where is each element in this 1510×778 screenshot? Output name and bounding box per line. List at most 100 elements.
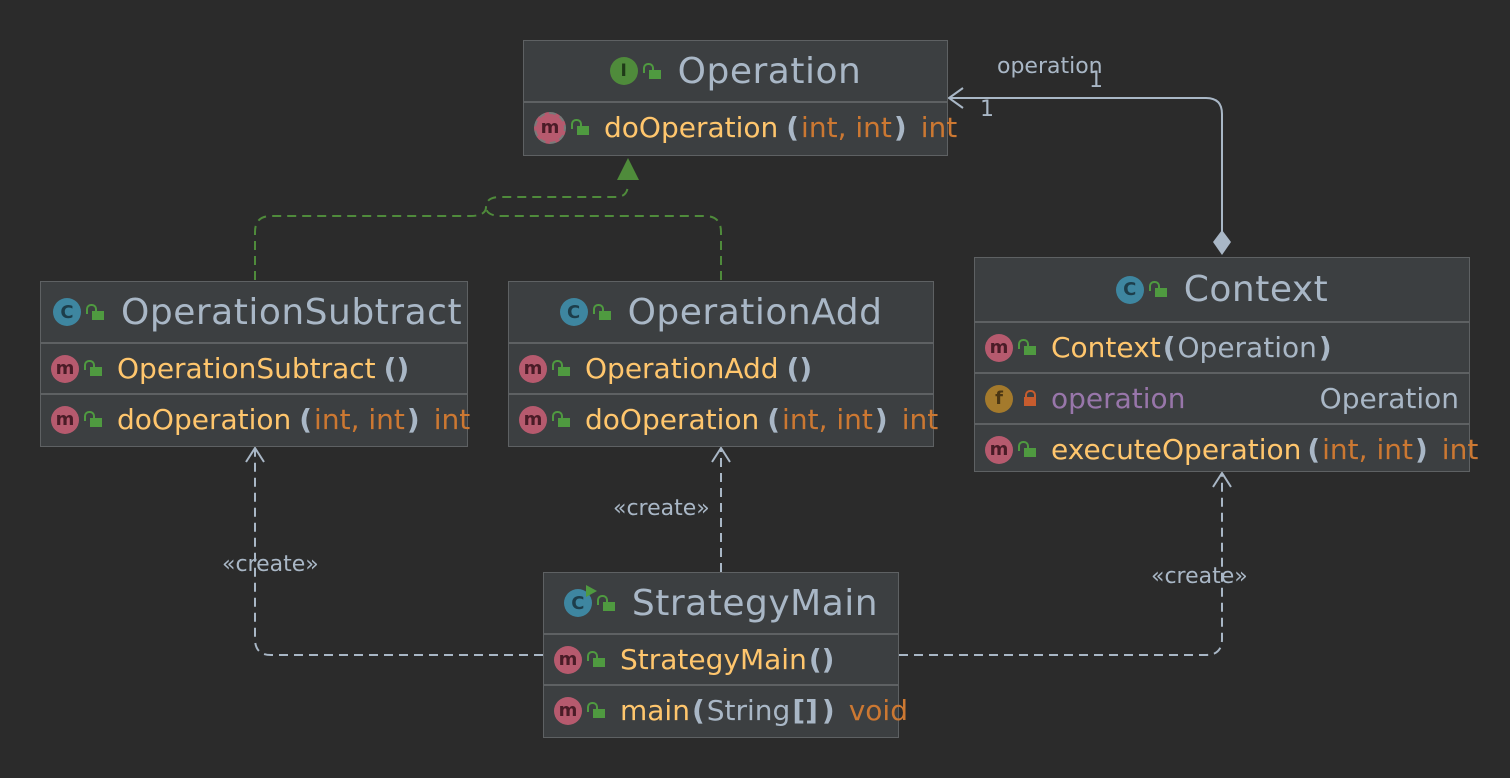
- strategy-main-class-node[interactable]: C StrategyMain m StrategyMain () m main …: [543, 572, 908, 738]
- association-label: operation: [997, 54, 1103, 79]
- field-type: Operation: [1319, 382, 1459, 415]
- public-lock-icon: [552, 411, 571, 427]
- node-header: C OperationSubtract: [41, 282, 467, 342]
- create-label-subtract: «create»: [222, 552, 319, 577]
- public-lock-icon: [86, 303, 105, 320]
- paren-open: (: [1307, 433, 1321, 466]
- constructor-name: StrategyMain: [620, 643, 807, 676]
- member-row[interactable]: m doOperation ( int , int ) int: [509, 393, 938, 444]
- member-row[interactable]: m executeOperation ( int , int ) int: [975, 423, 1478, 474]
- param-type: int: [801, 111, 838, 144]
- operation-subtract-class-node[interactable]: C OperationSubtract m OperationSubtract …: [40, 281, 470, 447]
- paren-close: ): [406, 403, 420, 436]
- member-row[interactable]: m StrategyMain (): [544, 633, 898, 684]
- parens: (): [786, 352, 813, 385]
- paren-close: ): [893, 111, 907, 144]
- array-brackets: []: [792, 694, 818, 727]
- member-row[interactable]: m Context ( Operation ): [975, 321, 1469, 372]
- method-icon: m: [51, 405, 79, 434]
- paren-close: ): [821, 694, 835, 727]
- node-title: Operation: [677, 50, 862, 92]
- param-type: int: [782, 403, 819, 436]
- return-type: int: [901, 403, 939, 436]
- class-icon: C: [53, 298, 81, 326]
- realization-edge-subtract[interactable]: [254, 183, 629, 280]
- context-class-node[interactable]: C Context m Context ( Operation ) f oper…: [974, 257, 1478, 474]
- public-lock-icon: [1018, 441, 1037, 457]
- method-icon: m: [985, 333, 1013, 362]
- member-row[interactable]: m doOperation ( int , int ) int: [41, 393, 470, 444]
- param-separator: ,: [1358, 433, 1377, 466]
- node-title: Context: [1183, 269, 1329, 310]
- method-icon: m: [985, 435, 1013, 464]
- method-name: executeOperation: [1051, 433, 1302, 466]
- node-title: OperationAdd: [627, 291, 883, 333]
- return-type: void: [848, 694, 908, 727]
- public-lock-icon: [587, 651, 606, 667]
- param-type: int: [1322, 433, 1359, 466]
- create-label-add: «create»: [613, 496, 710, 521]
- param-separator: ,: [350, 403, 369, 436]
- member-row[interactable]: m main ( String [] ) void: [544, 684, 908, 735]
- public-lock-icon: [84, 411, 103, 427]
- private-lock-icon: [1023, 390, 1037, 406]
- field-icon: f: [985, 384, 1013, 413]
- node-header: C OperationAdd: [509, 282, 933, 342]
- static-method-icon: m: [554, 696, 582, 725]
- field-name: operation: [1051, 382, 1186, 415]
- abstract-method-icon: m: [534, 111, 566, 144]
- member-row[interactable]: m doOperation ( int , int ) int: [524, 101, 957, 152]
- run-marker-icon: [585, 585, 597, 597]
- node-title: StrategyMain: [631, 582, 879, 624]
- runnable-class-icon: C: [563, 585, 597, 617]
- realization-edge-add[interactable]: [485, 206, 722, 280]
- node-title: OperationSubtract: [121, 291, 463, 333]
- param-type: int: [836, 403, 873, 436]
- method-name: doOperation: [585, 403, 760, 436]
- public-lock-icon: [642, 62, 662, 79]
- member-row[interactable]: m OperationAdd (): [509, 342, 933, 393]
- class-icon: C: [1115, 275, 1144, 304]
- paren-open: (: [299, 403, 313, 436]
- param-separator: ,: [818, 403, 837, 436]
- interface-icon: I: [609, 57, 638, 85]
- paren-open: (: [1162, 331, 1176, 364]
- public-lock-icon: [1148, 281, 1168, 297]
- public-lock-icon: [571, 119, 590, 135]
- create-label-context: «create»: [1151, 564, 1248, 589]
- public-lock-icon: [587, 702, 606, 718]
- param-type: String: [706, 694, 791, 727]
- paren-open: (: [691, 694, 705, 727]
- method-name: doOperation: [117, 403, 292, 436]
- public-lock-icon: [84, 360, 103, 376]
- paren-close: ): [1318, 331, 1332, 364]
- paren-open: (: [767, 403, 781, 436]
- node-header: I Operation: [524, 41, 947, 101]
- operation-add-class-node[interactable]: C OperationAdd m OperationAdd () m doOpe…: [508, 281, 938, 447]
- composition-diamond: [1213, 230, 1231, 255]
- operation-interface-node[interactable]: I Operation m doOperation ( int , int ) …: [523, 40, 957, 156]
- member-row[interactable]: f operation Operation: [975, 372, 1469, 423]
- return-type: int: [1441, 433, 1479, 466]
- paren-close: ): [1415, 433, 1428, 466]
- class-icon: C: [559, 298, 588, 326]
- constructor-name: OperationSubtract: [117, 352, 376, 385]
- multiplicity-source: 1: [1089, 68, 1103, 93]
- public-lock-icon: [1018, 339, 1037, 355]
- return-type: int: [920, 111, 958, 144]
- public-lock-icon: [596, 594, 616, 611]
- multiplicity-target: 1: [980, 97, 994, 122]
- method-name: doOperation: [604, 111, 779, 144]
- param-type: int: [314, 403, 351, 436]
- realization-arrowhead: [617, 158, 639, 180]
- parens: (): [808, 643, 835, 676]
- constructor-name: Context: [1051, 331, 1161, 364]
- paren-close: ): [874, 403, 888, 436]
- public-lock-icon: [552, 360, 571, 376]
- param-separator: ,: [837, 111, 856, 144]
- return-type: int: [433, 403, 471, 436]
- paren-open: (: [786, 111, 800, 144]
- param-type: int: [855, 111, 892, 144]
- method-icon: m: [519, 354, 547, 383]
- member-row[interactable]: m OperationSubtract (): [41, 342, 467, 393]
